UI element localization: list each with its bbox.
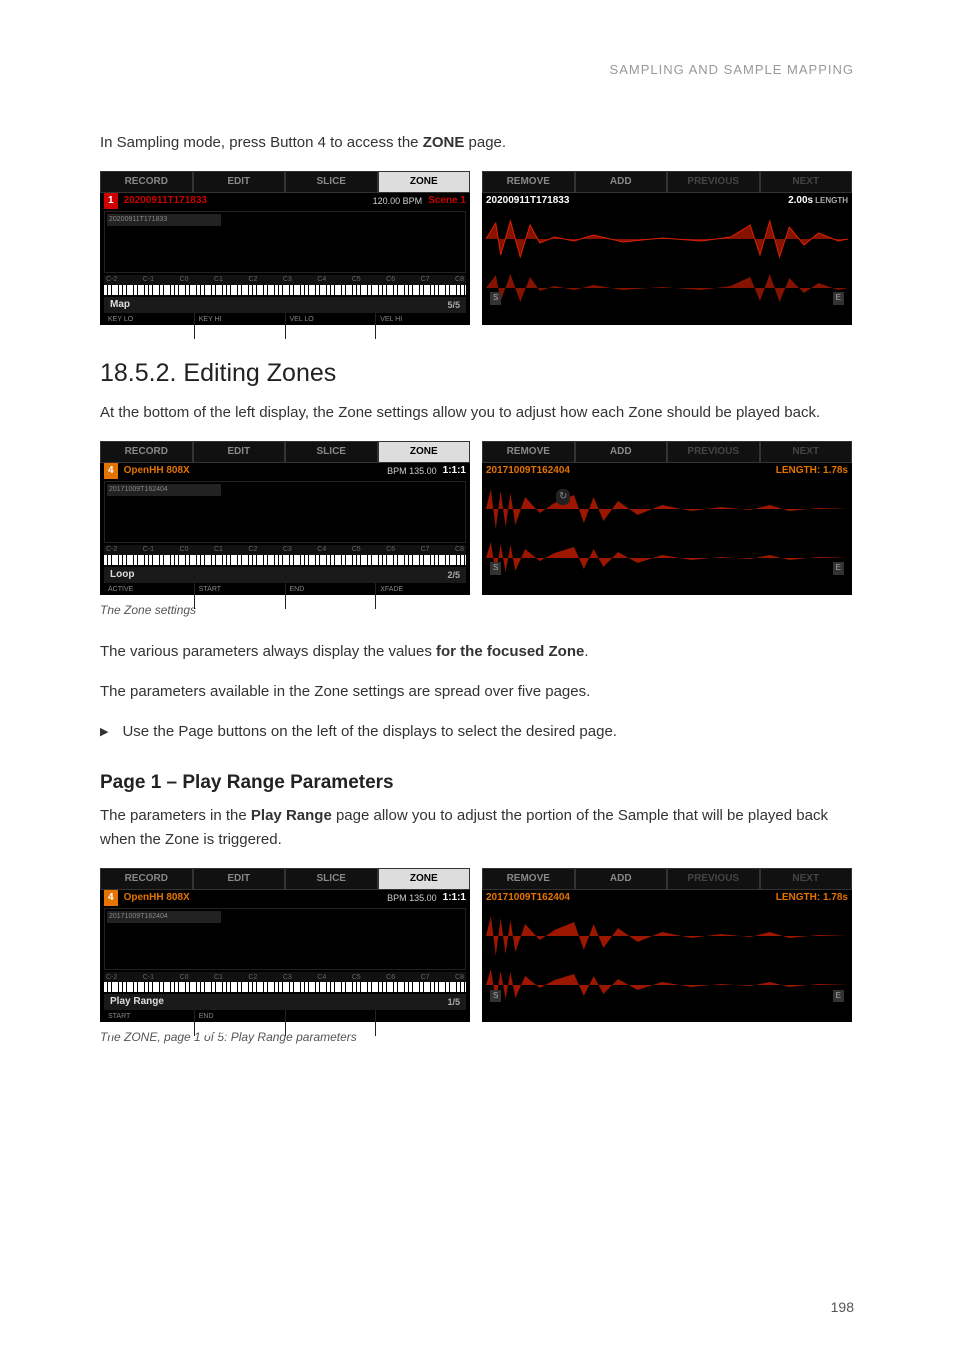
play-range-desc: The parameters in the Play Range page al…	[100, 804, 854, 852]
right-sample-name: 20171009T162404	[486, 890, 570, 906]
piano-ruler	[104, 555, 466, 565]
waveform-lower[interactable]: S E	[486, 966, 848, 1004]
note-ruler: C-2C-1C0C1C2C3C4C5C6C7C8	[104, 275, 466, 285]
tab-zone[interactable]: ZONE	[378, 171, 471, 193]
length-value: LENGTH: 1.78s	[776, 463, 848, 479]
section-map: Map 5/5	[104, 297, 466, 313]
screenshot-zone-playrange: RECORD EDIT SLICE ZONE 4 OpenHH 808X BPM…	[100, 868, 854, 1022]
btn-previous: PREVIOUS	[667, 868, 760, 890]
instruction-row: ▶ Use the Page buttons on the left of th…	[100, 720, 854, 744]
right-sample-name: 20200911T171833	[486, 193, 569, 209]
zone-map-area[interactable]: 20171009T162404	[104, 908, 466, 970]
editing-zones-desc: At the bottom of the left display, the Z…	[100, 401, 854, 425]
length-value: 2.00sLENGTH	[788, 193, 848, 209]
btn-previous: PREVIOUS	[667, 171, 760, 193]
btn-remove[interactable]: REMOVE	[482, 441, 575, 463]
tab-record[interactable]: RECORD	[100, 171, 193, 193]
heading-page1: Page 1 – Play Range Parameters	[100, 768, 854, 798]
section-playrange: Play Range 1/5	[104, 994, 466, 1010]
tab-zone[interactable]: ZONE	[378, 441, 471, 463]
btn-add[interactable]: ADD	[575, 868, 668, 890]
btn-add[interactable]: ADD	[575, 441, 668, 463]
waveform-lower[interactable]: S E	[486, 269, 848, 307]
tab-edit[interactable]: EDIT	[193, 868, 286, 890]
btn-next: NEXT	[760, 441, 853, 463]
btn-remove[interactable]: REMOVE	[482, 868, 575, 890]
note-ruler: C-2C-1C0C1C2C3C4C5C6C7C8	[104, 972, 466, 982]
waveform-upper[interactable]: ↻	[486, 485, 848, 533]
screenshot-zone-loop: RECORD EDIT SLICE ZONE 4 OpenHH 808X BPM…	[100, 441, 854, 595]
start-marker: S	[490, 562, 501, 575]
btn-next: NEXT	[760, 868, 853, 890]
tab-edit[interactable]: EDIT	[193, 171, 286, 193]
sample-name: OpenHH 808X	[124, 890, 190, 906]
btn-next: NEXT	[760, 171, 853, 193]
right-sample-name: 20171009T162404	[486, 463, 570, 479]
zone-map-area[interactable]: 20171009T162404	[104, 481, 466, 543]
page-header-breadcrumb: SAMPLING AND SAMPLE MAPPING	[100, 60, 854, 81]
focused-zone-text: The various parameters always display th…	[100, 640, 854, 664]
end-marker: E	[833, 990, 844, 1003]
time-ratio: 1:1:1	[443, 890, 466, 906]
tab-record[interactable]: RECORD	[100, 868, 193, 890]
screenshot-zone-map: RECORD EDIT SLICE ZONE 1 20200911T171833…	[100, 171, 854, 325]
end-marker: E	[833, 292, 844, 305]
page-number: 198	[831, 1296, 854, 1318]
play-icon: ▶	[100, 724, 108, 742]
zone-rect[interactable]: 20200911T171833	[107, 214, 221, 226]
btn-add[interactable]: ADD	[575, 171, 668, 193]
waveform-lower[interactable]: S E	[486, 539, 848, 577]
end-marker: E	[833, 562, 844, 575]
heading-editing-zones: 18.5.2. Editing Zones	[100, 353, 854, 393]
intro-text: In Sampling mode, press Button 4 to acce…	[100, 131, 854, 155]
zone-rect[interactable]: 20171009T162404	[107, 911, 221, 923]
tab-zone[interactable]: ZONE	[378, 868, 471, 890]
section-loop: Loop 2/5	[104, 567, 466, 583]
start-marker: S	[490, 990, 501, 1003]
tab-slice[interactable]: SLICE	[285, 171, 378, 193]
sample-name: 20200911T171833	[124, 193, 207, 209]
slot-number: 4	[104, 463, 118, 479]
waveform-upper[interactable]	[486, 912, 848, 960]
scene-label: Scene 1	[428, 193, 466, 209]
piano-ruler	[104, 982, 466, 992]
btn-remove[interactable]: REMOVE	[482, 171, 575, 193]
zone-rect[interactable]: 20171009T162404	[107, 484, 221, 496]
btn-previous: PREVIOUS	[667, 441, 760, 463]
tab-slice[interactable]: SLICE	[285, 868, 378, 890]
waveform-upper[interactable]	[486, 215, 848, 263]
note-ruler: C-2C-1C0C1C2C3C4C5C6C7C8	[104, 545, 466, 555]
tab-record[interactable]: RECORD	[100, 441, 193, 463]
slot-number: 4	[104, 890, 118, 906]
zone-map-area[interactable]: 20200911T171833	[104, 211, 466, 273]
piano-ruler	[104, 285, 466, 295]
time-ratio: 1:1:1	[443, 463, 466, 479]
start-marker: S	[490, 292, 501, 305]
length-value: LENGTH: 1.78s	[776, 890, 848, 906]
slot-number: 1	[104, 193, 118, 209]
tab-edit[interactable]: EDIT	[193, 441, 286, 463]
tab-slice[interactable]: SLICE	[285, 441, 378, 463]
loop-icon: ↻	[556, 489, 570, 505]
sample-name: OpenHH 808X	[124, 463, 190, 479]
five-pages-text: The parameters available in the Zone set…	[100, 680, 854, 704]
